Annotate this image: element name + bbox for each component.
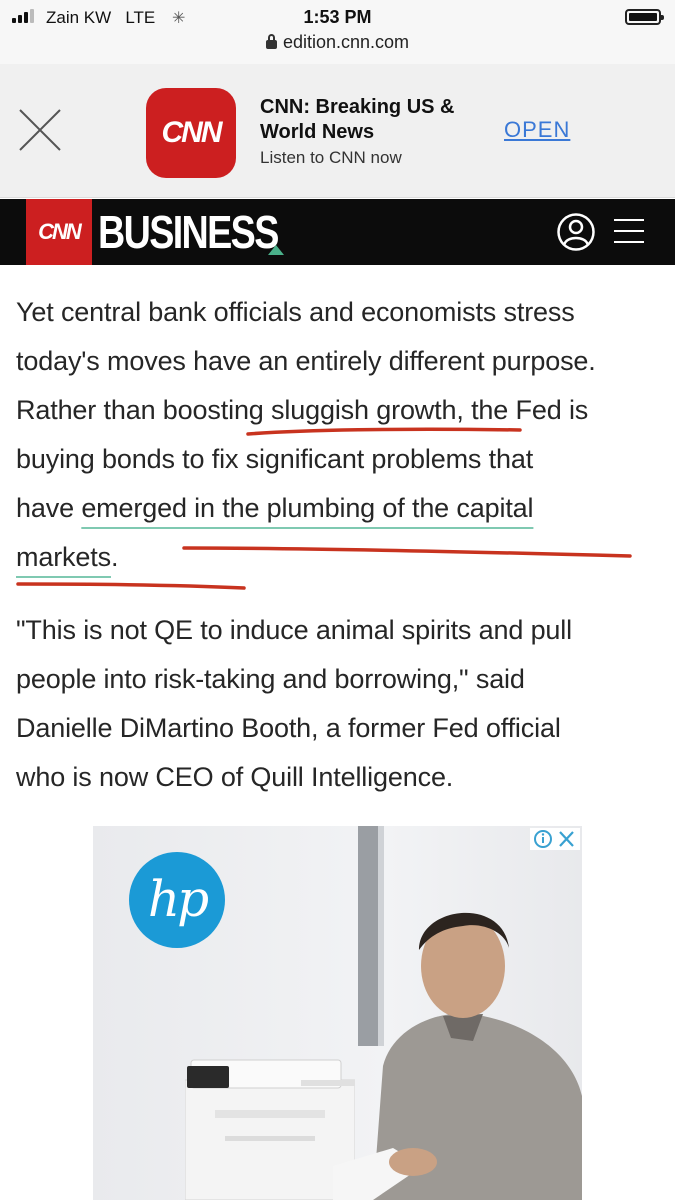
close-icon[interactable] [16, 106, 64, 154]
text-line: buying bonds to fix significant problems… [16, 444, 534, 474]
article-paragraph: "This is not QE to induce animal spirits… [16, 606, 664, 802]
article-link[interactable]: emerged in the plumbing of the capital [81, 493, 533, 523]
text-line: today's moves have an entirely different… [16, 346, 596, 376]
open-app-button[interactable]: OPEN [504, 117, 570, 143]
app-title: CNN: Breaking US & World News [260, 96, 455, 143]
business-triangle-icon [268, 245, 284, 255]
text-line: people into risk-taking and borrowing," … [16, 664, 525, 694]
hp-logo: hp [129, 852, 225, 948]
advertisement[interactable]: hp [93, 826, 582, 1200]
text-line: who is now CEO of Quill Intelligence. [16, 762, 454, 792]
text-line: Rather than boosting sluggish growth, th… [16, 395, 589, 425]
cnn-app-logo: CNN [146, 88, 236, 178]
lock-icon [265, 34, 277, 49]
text-line: have emerged in the plumbing of the capi… [16, 493, 534, 523]
site-header: CNN BUSINESS [0, 199, 675, 265]
text-line: markets. [16, 542, 119, 572]
cnn-logo[interactable]: CNN [26, 199, 92, 265]
battery-icon [625, 9, 664, 25]
text-line: Yet central bank officials and economist… [16, 297, 575, 327]
text-line: "This is not QE to induce animal spirits… [16, 615, 572, 645]
app-subtitle: Listen to CNN now [260, 148, 402, 167]
address-bar[interactable]: edition.cnn.com [0, 32, 675, 53]
red-underline-annotation [16, 582, 246, 590]
hamburger-menu-icon[interactable] [614, 217, 644, 245]
text-line: Danielle DiMartino Booth, a former Fed o… [16, 713, 561, 743]
ad-choices-icon[interactable] [530, 828, 580, 850]
section-title[interactable]: BUSINESS [98, 205, 279, 259]
article-link[interactable]: markets [16, 542, 111, 572]
man-reading-image [333, 912, 582, 1200]
printer-image [185, 1059, 355, 1200]
url-text: edition.cnn.com [282, 32, 410, 52]
smart-app-banner: CNN CNN: Breaking US & World News Listen… [0, 64, 675, 198]
status-bar: Zain KW LTE ✳ 1:53 PM edition.cnn.com [0, 0, 675, 64]
clock: 1:53 PM [303, 7, 372, 27]
user-account-icon[interactable] [556, 212, 596, 252]
article-paragraph: Yet central bank officials and economist… [16, 288, 664, 582]
